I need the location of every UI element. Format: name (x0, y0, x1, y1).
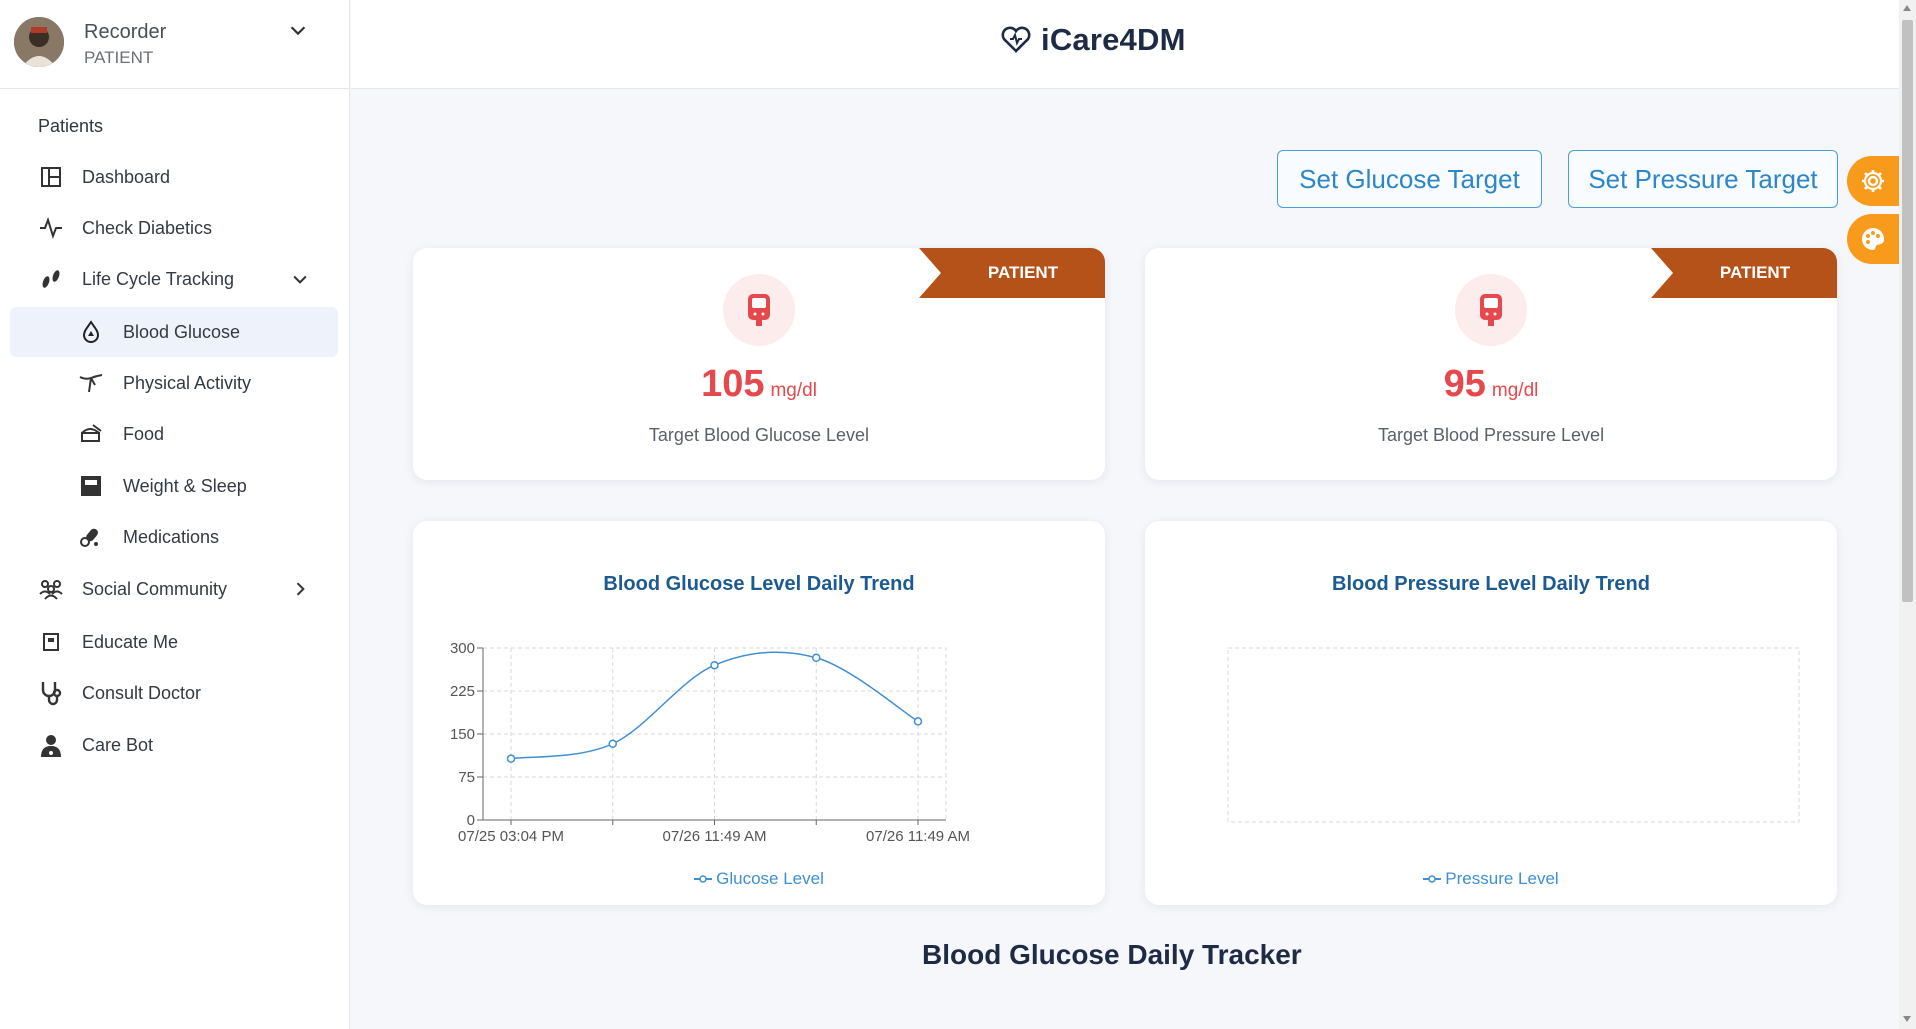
glucose-chart-card: Blood Glucose Level Daily Trend 0 75 150 22… (413, 521, 1105, 905)
stethoscope-icon (38, 680, 64, 706)
set-glucose-target-button[interactable]: Set Glucose Target (1277, 150, 1542, 208)
user-role: PATIENT (84, 48, 154, 67)
sidebar-item-label: Check Diabetics (82, 217, 213, 238)
data-point (913, 717, 923, 726)
sidebar-item-educate-me[interactable]: Educate Me (10, 617, 338, 667)
theme-button[interactable] (1847, 214, 1899, 264)
target-unit: mg/dl (1491, 380, 1539, 401)
top-header: iCare4DM (351, 0, 1899, 89)
sidebar-item-label: Life Cycle Tracking (82, 268, 235, 289)
data-point (812, 653, 821, 662)
patient-badge: PATIENT (1651, 248, 1837, 298)
avatar (14, 17, 64, 67)
chart-legend[interactable]: Pressure Level (1145, 869, 1837, 889)
chart-legend[interactable]: Glucose Level (413, 869, 1105, 889)
data-point (506, 754, 516, 763)
glucometer-icon (1455, 274, 1527, 346)
pressure-chart (1227, 647, 1800, 823)
sidebar-item-label: Food (123, 423, 165, 444)
target-number: 95 (1443, 363, 1486, 405)
activity-icon (78, 370, 104, 396)
pills-icon (78, 524, 104, 550)
nav-section-title: Patients (38, 116, 104, 136)
sidebar-item-dashboard[interactable]: Dashboard (10, 152, 338, 202)
scroll-down-arrow-icon[interactable] (1903, 1016, 1911, 1022)
chart-plot-area (1227, 647, 1800, 823)
user-name: Recorder (84, 21, 167, 43)
legend-marker-icon (1423, 875, 1442, 883)
sidebar-item-social-community[interactable]: Social Community (10, 564, 338, 614)
sidebar-item-label: Care Bot (82, 734, 154, 755)
chevron-down-icon[interactable] (287, 19, 309, 41)
sidebar-item-label: Physical Activity (123, 372, 252, 393)
y-tick-label: 225 (450, 683, 475, 700)
sidebar-item-label: Medications (123, 526, 220, 547)
y-tick-label: 300 (450, 640, 475, 657)
sidebar-item-medications[interactable]: Medications (10, 512, 338, 562)
dashboard-icon (38, 164, 64, 190)
scale-icon (78, 473, 104, 499)
sidebar-item-label: Blood Glucose (123, 321, 241, 342)
sidebar-item-label: Consult Doctor (82, 682, 202, 703)
brand[interactable]: iCare4DM (1001, 22, 1186, 58)
pressure-chart-card: Blood Pressure Level Daily Trend Pressur… (1145, 521, 1837, 905)
legend-label: Glucose Level (716, 869, 824, 888)
community-icon (38, 576, 64, 602)
sidebar-item-label: Dashboard (82, 166, 171, 187)
y-tick-label: 150 (450, 726, 475, 743)
pulse-icon (38, 215, 64, 241)
y-tick-label: 0 (467, 812, 475, 829)
doctor-icon (38, 732, 64, 758)
chevron-down-icon (293, 275, 307, 284)
glucose-target-card: PATIENT 105 mg/dl Target Blood Glucose Le… (413, 248, 1105, 480)
blood-drop-icon (78, 319, 104, 345)
x-tick-label: 07/26 11:49 AM (866, 828, 970, 845)
glucometer-icon (723, 274, 795, 346)
scroll-thumb[interactable] (1902, 20, 1913, 602)
sidebar-item-life-cycle-tracking[interactable]: Life Cycle Tracking (10, 254, 338, 304)
sidebar: Recorder PATIENT Patients Dashboard Chec… (0, 0, 350, 1029)
y-tick-label: 75 (458, 769, 475, 786)
x-tick-label: 07/26 11:49 AM (663, 828, 767, 845)
sidebar-item-label: Weight & Sleep (123, 475, 247, 496)
set-pressure-target-button[interactable]: Set Pressure Target (1568, 150, 1838, 208)
tracker-title: Blood Glucose Daily Tracker (922, 939, 1302, 970)
target-number: 105 (701, 363, 765, 405)
sidebar-item-care-bot[interactable]: Care Bot (10, 720, 338, 770)
sidebar-item-label: Social Community (82, 578, 228, 599)
app-title: iCare4DM (1041, 22, 1186, 57)
data-point (608, 739, 617, 748)
pressure-target-card: PATIENT 95 mg/dl Target Blood Pressure Le… (1145, 248, 1837, 480)
patient-badge: PATIENT (919, 248, 1105, 298)
palette-icon (1862, 228, 1884, 250)
user-profile[interactable]: Recorder PATIENT (0, 0, 349, 89)
target-value: 105 mg/dl (413, 363, 1105, 406)
legend-label: Pressure Level (1445, 869, 1559, 888)
sidebar-item-food[interactable]: Food (10, 409, 338, 459)
settings-button[interactable] (1847, 156, 1899, 206)
gear-icon (1862, 170, 1884, 192)
sidebar-item-physical-activity[interactable]: Physical Activity (10, 358, 338, 408)
x-tick-label: 07/25 03:04 PM (458, 828, 564, 845)
legend-marker-icon (694, 875, 713, 883)
target-unit: mg/dl (770, 380, 817, 401)
sidebar-item-weight-sleep[interactable]: Weight & Sleep (10, 461, 338, 511)
chevron-right-icon (296, 582, 305, 596)
book-icon (38, 629, 64, 655)
sidebar-item-check-diabetics[interactable]: Check Diabetics (10, 203, 338, 253)
heart-icon (1001, 26, 1031, 53)
target-label: Target Blood Glucose Level (648, 425, 870, 445)
food-icon (78, 421, 104, 447)
scroll-up-arrow-icon[interactable] (1903, 5, 1911, 11)
footsteps-icon (38, 266, 64, 292)
target-label: Target Blood Pressure Level (1377, 425, 1605, 445)
scrollbar[interactable] (1899, 0, 1916, 1029)
data-point (710, 660, 719, 670)
sidebar-item-consult-doctor[interactable]: Consult Doctor (10, 668, 338, 718)
glucose-chart: 0 75 150 225 300 07/25 03:04 PM 07/26 11:49 AM… (450, 640, 970, 845)
target-value: 95 mg/dl (1145, 363, 1837, 406)
sidebar-item-blood-glucose[interactable]: Blood Glucose (10, 307, 338, 357)
sidebar-item-label: Educate Me (82, 631, 179, 652)
